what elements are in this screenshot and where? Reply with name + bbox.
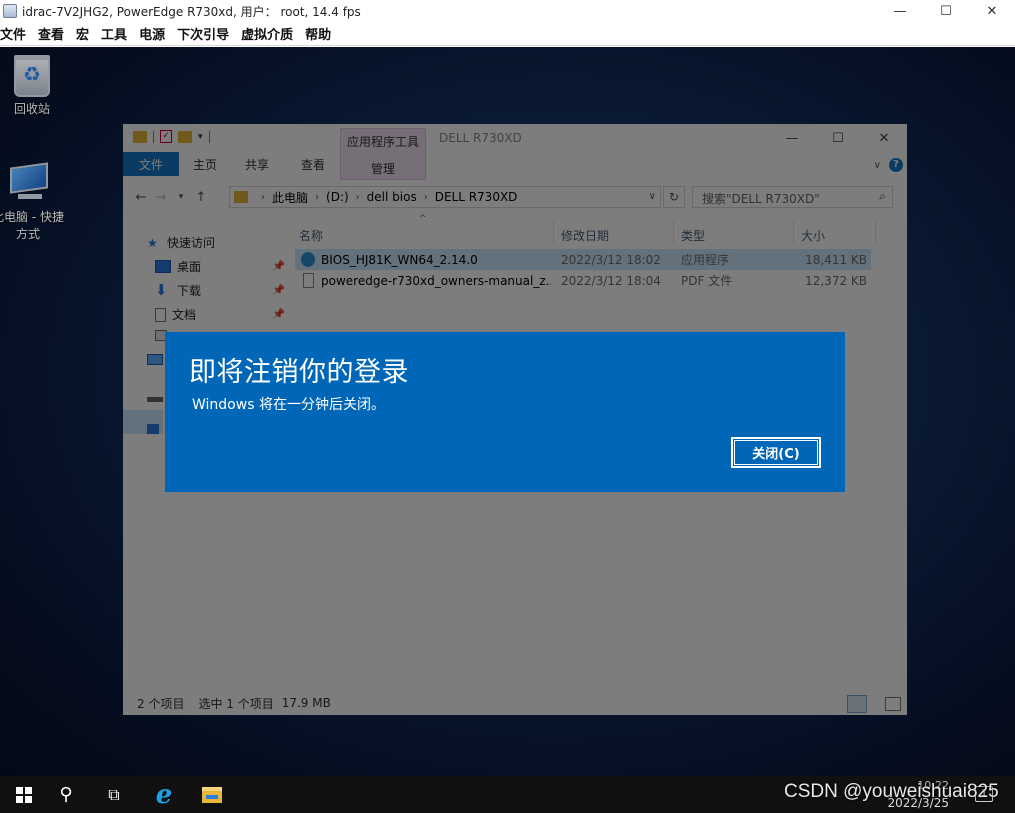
start-button[interactable] <box>0 776 48 813</box>
menu-view[interactable]: 查看 <box>38 24 70 43</box>
menu-macro[interactable]: 宏 <box>76 24 95 43</box>
menu-tools[interactable]: 工具 <box>101 24 133 43</box>
sign-out-dialog: 即将注销你的登录 Windows 将在一分钟后关闭。 关闭(C) <box>165 332 845 492</box>
close-icon[interactable]: ✕ <box>969 0 1015 22</box>
menu-file[interactable]: 文件 <box>0 24 32 43</box>
windows-logo-icon <box>16 786 32 803</box>
dialog-message: Windows 将在一分钟后关闭。 <box>192 397 385 413</box>
viewer-menubar: 文件 查看 宏 工具 电源 下次引导 虚拟介质 帮助 <box>0 22 1015 46</box>
java-app-icon <box>3 4 17 18</box>
menu-help[interactable]: 帮助 <box>305 24 337 43</box>
minimize-button[interactable]: — <box>877 0 923 22</box>
menu-power[interactable]: 电源 <box>139 24 171 43</box>
viewer-title: idrac-7V2JHG2, PowerEdge R730xd, 用户： roo… <box>22 4 361 19</box>
search-icon: ⚲ <box>59 784 73 805</box>
task-view-button[interactable]: ⧉ <box>90 776 138 813</box>
dialog-close-button[interactable]: 关闭(C) <box>731 437 821 468</box>
menu-virtual-media[interactable]: 虚拟介质 <box>241 24 299 43</box>
internet-explorer-button[interactable]: e <box>140 776 188 813</box>
menu-next-boot[interactable]: 下次引导 <box>177 24 235 43</box>
dialog-title: 即将注销你的登录 <box>189 357 409 388</box>
viewer-titlebar: idrac-7V2JHG2, PowerEdge R730xd, 用户： roo… <box>0 0 1015 22</box>
file-explorer-button[interactable] <box>188 776 236 813</box>
maximize-button[interactable]: ☐ <box>923 0 969 22</box>
file-explorer-icon <box>202 786 222 803</box>
search-button[interactable]: ⚲ <box>42 776 90 813</box>
task-view-icon: ⧉ <box>108 784 120 804</box>
csdn-watermark: CSDN @youweishuai825 <box>784 781 999 802</box>
internet-explorer-icon: e <box>155 779 173 810</box>
